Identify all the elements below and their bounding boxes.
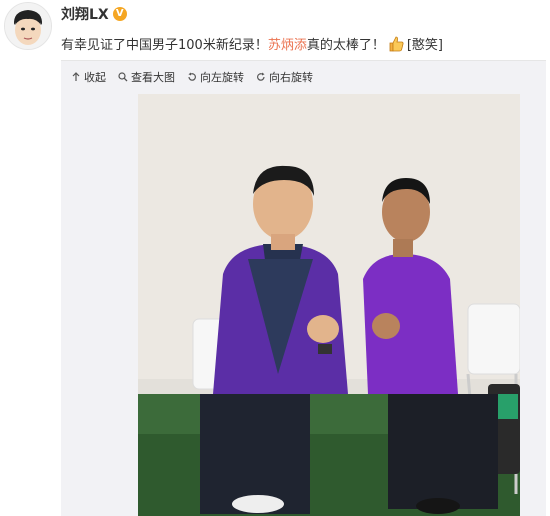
rotate-left-label: 向左旋转 [200,71,244,84]
username[interactable]: 刘翔LX V [61,4,127,24]
post-text-before: 有幸见证了中国男子100米新纪录！ [61,38,268,53]
rotate-right-label: 向右旋转 [269,71,313,84]
emoticon-label: [憨笑] [406,38,444,53]
post-photo[interactable] [138,94,520,516]
collapse-label: 收起 [84,71,106,84]
post-text-after: 真的太棒了！ [306,38,385,53]
verified-badge-icon: V [112,7,127,21]
avatar-cartoon [5,3,51,49]
mention-link[interactable]: 苏炳添 [268,34,307,53]
rotate-right-button[interactable]: 向右旋转 [256,69,313,85]
magnifier-icon [118,72,128,82]
collapse-button[interactable]: 收起 [71,69,106,85]
post-text: 有幸见证了中国男子100米新纪录！ 苏炳添 真的太棒了！ [憨笑] [61,34,443,53]
thumbs-up-icon [387,35,405,53]
photo-scene [138,94,520,516]
rotate-left-icon [188,72,196,81]
rotate-left-button[interactable]: 向左旋转 [187,69,244,85]
expanded-media-panel: 收起 查看大图 向左旋转 向右旋转 [61,60,546,516]
view-large-button[interactable]: 查看大图 [118,69,175,85]
media-toolbar: 收起 查看大图 向左旋转 向右旋转 [71,69,313,85]
view-large-label: 查看大图 [131,71,175,84]
username-text[interactable]: 刘翔LX [61,4,109,24]
avatar[interactable] [4,2,52,50]
rotate-right-icon [257,72,265,81]
collapse-arrow-icon [72,72,80,81]
